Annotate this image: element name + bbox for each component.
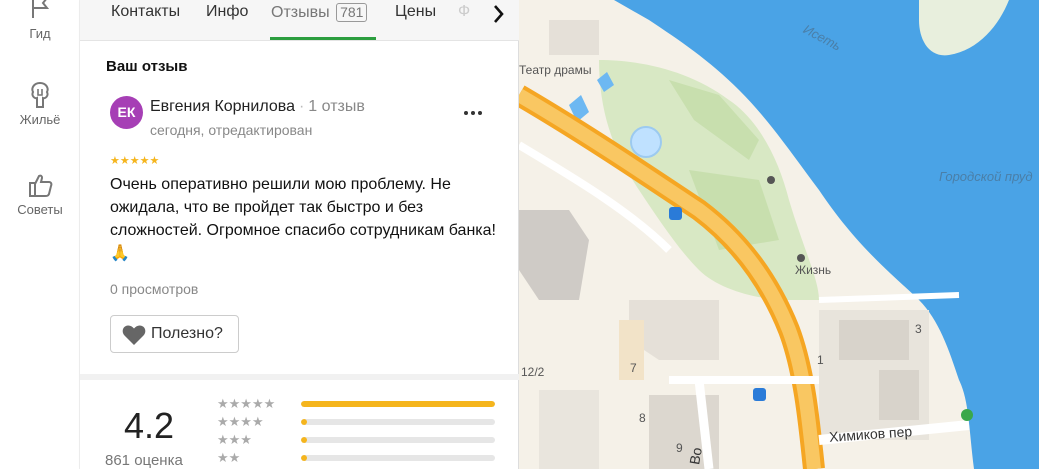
map-label-theater: Театр драмы xyxy=(519,63,592,77)
rail-item-label: Жильё xyxy=(19,112,61,127)
distribution-bar-fill xyxy=(301,401,495,407)
tab-prices[interactable]: Цены xyxy=(395,3,436,21)
distribution-stars: ★★★★ xyxy=(217,414,264,429)
map-house-number: 12/2 xyxy=(521,365,545,379)
rail-item-tips[interactable]: Советы xyxy=(0,170,80,217)
map-label-pond: Городской пруд xyxy=(939,169,1033,184)
tab-reviews[interactable]: Отзывы 781 xyxy=(271,3,368,22)
rating-count: 861 оценка xyxy=(105,452,183,469)
rail-item-label: Гид xyxy=(29,26,51,41)
helpful-label: Полезно? xyxy=(151,325,223,342)
distribution-bar xyxy=(301,455,495,461)
author-review-count: 1 отзыв xyxy=(308,98,365,115)
tab-contacts[interactable]: Контакты xyxy=(111,3,180,21)
heart-icon xyxy=(122,325,146,345)
review-date: сегодня, отредактирован xyxy=(150,122,313,138)
tab-bar: Контакты Инфо Отзывы 781 Цены Ф xyxy=(80,0,519,41)
map-house-number: 7 xyxy=(630,361,637,375)
bus-stop-icon[interactable] xyxy=(753,388,766,401)
fountain xyxy=(630,126,662,158)
review-stars: ★★★★★ xyxy=(110,155,160,167)
chevron-right-icon[interactable] xyxy=(487,2,511,26)
poi-marker[interactable] xyxy=(797,254,805,262)
avatar[interactable]: ЕК xyxy=(110,96,143,129)
map[interactable]: Театр драмы Исеть Городской пруд Жизнь Х… xyxy=(519,0,1039,469)
map-house-number: 8 xyxy=(639,411,646,425)
distribution-stars: ★★ xyxy=(217,450,241,465)
building xyxy=(539,390,599,469)
rail-item-guide[interactable]: Гид xyxy=(0,0,80,41)
place-panel: Контакты Инфо Отзывы 781 Цены Ф Ваш отзы… xyxy=(80,0,519,469)
rail-item-label: Советы xyxy=(17,202,63,217)
review-text: Очень оперативно решили мою проблему. Не… xyxy=(110,176,496,262)
map-house-number: 3 xyxy=(915,322,922,336)
house-icon xyxy=(31,81,49,108)
rail-item-housing[interactable]: Жильё xyxy=(0,80,80,127)
distribution-bar-fill xyxy=(301,437,307,443)
review-views: 0 просмотров xyxy=(110,281,199,297)
tab-info[interactable]: Инфо xyxy=(206,3,248,21)
building-theater xyxy=(549,20,599,55)
building xyxy=(519,210,589,300)
your-review-title: Ваш отзыв xyxy=(106,58,188,75)
bus-stop-icon[interactable] xyxy=(669,207,682,220)
building xyxy=(839,320,909,360)
average-rating: 4.2 xyxy=(124,405,175,446)
binoculars-icon[interactable] xyxy=(961,409,973,421)
distribution-bar-fill xyxy=(301,419,307,425)
distribution-stars: ★★★★★ xyxy=(217,396,276,411)
distribution-bar xyxy=(301,437,495,443)
map-house-number: 1 xyxy=(817,353,824,367)
tab-reviews-label: Отзывы xyxy=(271,4,330,21)
distribution-bar xyxy=(301,419,495,425)
distribution-bar xyxy=(301,401,495,407)
map-label-life: Жизнь xyxy=(795,263,832,277)
map-label-street-vo: Во xyxy=(686,446,705,466)
helpful-button[interactable]: Полезно? xyxy=(110,315,239,353)
flag-icon xyxy=(32,0,50,18)
poi-marker[interactable] xyxy=(767,176,775,184)
separator-dot: · xyxy=(298,98,305,115)
distribution-stars: ★★★ xyxy=(217,432,252,447)
thumbs-up-icon xyxy=(29,174,53,197)
active-tab-indicator xyxy=(270,37,376,40)
left-rail: Гид Жильё Советы xyxy=(0,0,80,469)
tab-more-partial[interactable]: Ф xyxy=(458,3,470,21)
map-house-number: 9 xyxy=(676,441,683,455)
building xyxy=(879,370,919,420)
reviews-count-badge: 781 xyxy=(336,3,368,22)
distribution-bar-fill xyxy=(301,455,307,461)
map-canvas[interactable] xyxy=(519,0,1039,469)
review-author-line: Евгения Корнилова · 1 отзыв xyxy=(150,98,365,116)
review-author-name[interactable]: Евгения Корнилова xyxy=(150,98,295,115)
section-divider xyxy=(80,374,519,380)
more-options-icon[interactable] xyxy=(464,104,488,118)
